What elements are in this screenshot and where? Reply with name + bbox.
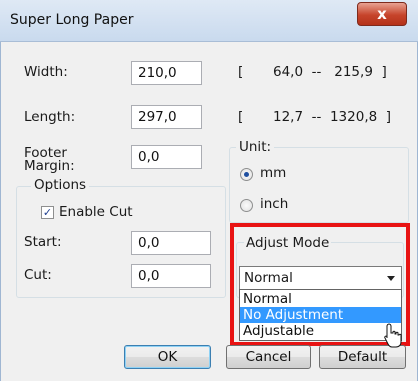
unit-inch-radio[interactable] [240, 199, 253, 212]
length-field[interactable]: 297,0 [131, 105, 202, 129]
length-range-open: [ [238, 109, 244, 125]
width-field[interactable]: 210,0 [131, 61, 202, 85]
options-group-title: Options [31, 177, 90, 193]
highlight-box [230, 223, 410, 346]
margin-label: Margin: [24, 158, 75, 174]
enable-cut-label: Enable Cut [59, 204, 133, 220]
close-button[interactable]: x [357, 2, 407, 26]
hand-cursor-icon [384, 323, 402, 348]
unit-inch-label: inch [260, 196, 289, 212]
width-range-open: [ [238, 64, 244, 80]
unit-mm-label: mm [260, 165, 287, 181]
cancel-button[interactable]: Cancel [226, 345, 311, 369]
start-field[interactable]: 0,0 [131, 231, 211, 255]
start-label: Start: [24, 234, 62, 250]
unit-group-title: Unit: [236, 139, 275, 155]
unit-mm-radio[interactable] [240, 168, 253, 181]
close-icon: x [377, 5, 387, 23]
ok-button[interactable]: OK [124, 345, 211, 369]
footer-margin-field[interactable]: 0,0 [131, 145, 202, 169]
length-range: 12,7 -- 1320,8 ] [273, 109, 392, 125]
title-bar: Super Long Paper x [0, 0, 418, 42]
cut-label: Cut: [24, 267, 52, 283]
window-title: Super Long Paper [10, 12, 134, 28]
unit-group [229, 147, 409, 223]
width-label: Width: [24, 64, 68, 80]
width-range: 64,0 -- 215,9 ] [273, 64, 387, 80]
length-label: Length: [24, 109, 76, 125]
enable-cut-checkbox[interactable]: ✓ [41, 206, 54, 219]
cut-field[interactable]: 0,0 [131, 264, 211, 288]
